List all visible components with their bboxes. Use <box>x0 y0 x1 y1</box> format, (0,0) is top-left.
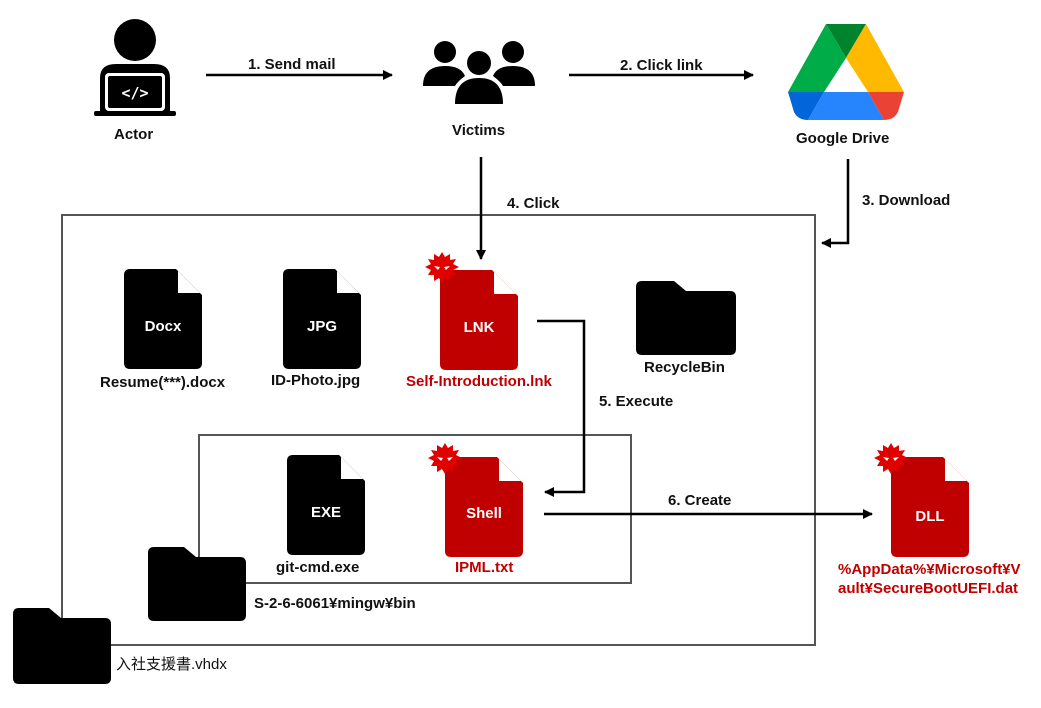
folder-name-recyclebin: RecycleBin <box>644 359 725 376</box>
container-name-mingw: S-2-6-6061¥mingw¥bin <box>254 595 416 612</box>
shell-file-icon: Shell <box>428 443 523 557</box>
container-name-vhdx: 入社支援書.vhdx <box>116 656 227 673</box>
file-name-shell: IPML.txt <box>455 559 514 576</box>
file-name-jpg: ID-Photo.jpg <box>271 372 361 389</box>
step-6-label: 6. Create <box>668 492 732 509</box>
file-type-shell: Shell <box>466 505 502 522</box>
google-drive-label: Google Drive <box>796 130 890 147</box>
dll-file-icon: DLL <box>874 443 969 557</box>
recyclebin-folder-icon <box>636 281 736 355</box>
file-type-dll: DLL <box>915 508 944 525</box>
file-type-exe: EXE <box>311 504 341 521</box>
file-name-exe: git-cmd.exe <box>276 559 360 576</box>
google-drive-icon <box>788 24 904 120</box>
victims-label: Victims <box>452 122 506 139</box>
file-type-lnk: LNK <box>464 319 495 336</box>
lnk-file-icon: LNK <box>425 252 518 370</box>
svg-text:</>: </> <box>121 84 148 102</box>
step-1-label: 1. Send mail <box>248 56 336 73</box>
mingw-folder-icon <box>148 547 246 621</box>
file-type-jpg: JPG <box>307 318 337 335</box>
file-name-docx: Resume(***).docx <box>100 374 226 391</box>
developer-laptop-icon: </> <box>94 19 176 116</box>
actor-label: Actor <box>114 126 154 143</box>
step-3-label: 3. Download <box>862 192 951 209</box>
file-name-lnk: Self-Introduction.lnk <box>406 373 552 390</box>
exe-file-icon: EXE <box>287 455 365 555</box>
file-name-dll-line1: %AppData%¥Microsoft¥V <box>838 561 1021 578</box>
jpg-file-icon: JPG <box>283 269 361 369</box>
arrow-download <box>821 159 850 248</box>
file-type-docx: Docx <box>145 318 182 335</box>
docx-file-icon: Docx <box>124 269 202 369</box>
vhdx-folder-icon <box>13 608 111 684</box>
step-4-label: 4. Click <box>507 195 560 212</box>
file-name-dll-line2: ault¥SecureBootUEFI.dat <box>838 580 1019 597</box>
step-5-label: 5. Execute <box>599 393 674 410</box>
step-2-label: 2. Click link <box>620 57 703 74</box>
arrow-execute <box>537 319 586 497</box>
group-users-icon <box>423 41 535 104</box>
